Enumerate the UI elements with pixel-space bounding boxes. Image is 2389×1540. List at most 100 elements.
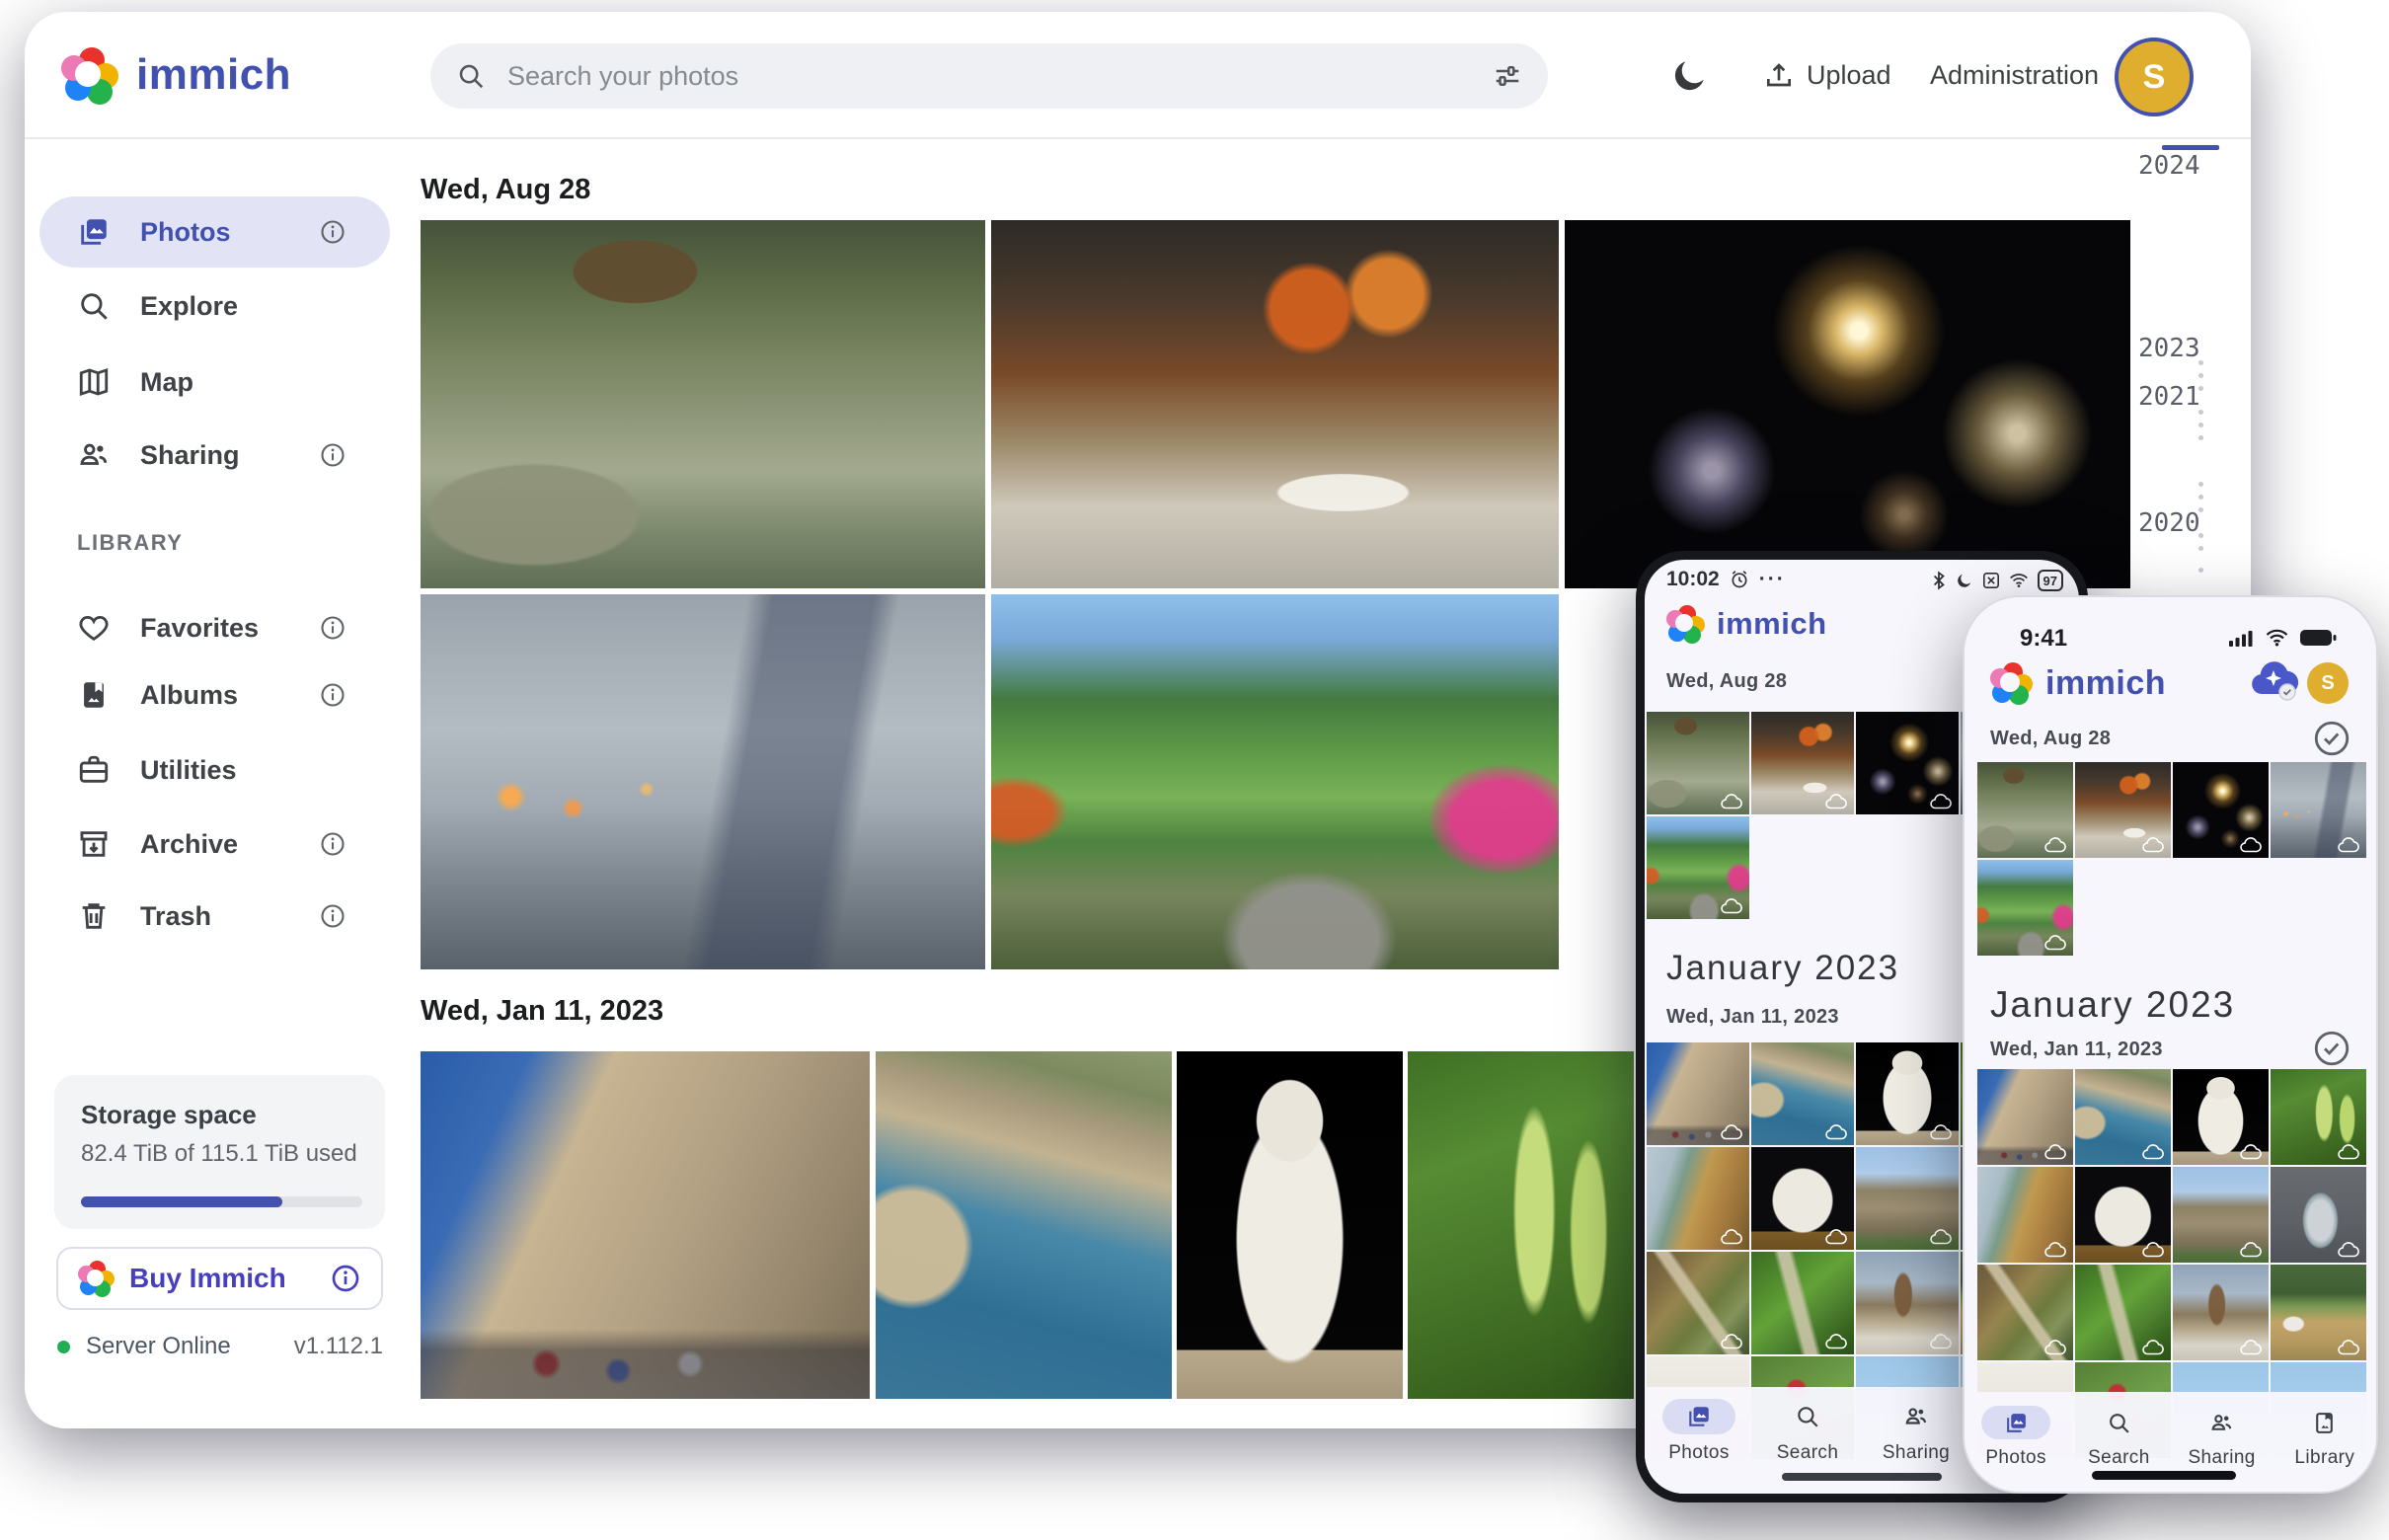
sidebar-item-utilities[interactable]: Utilities [39,734,390,806]
sharing-people-icon [77,438,111,472]
nav-photos[interactable]: Photos [1645,1387,1753,1494]
storage-progress-track [81,1196,362,1207]
trash-icon [77,899,111,933]
thumb-coastal-bay[interactable] [2075,1069,2171,1165]
photo-monkeys-at-zoo[interactable] [421,220,985,588]
thumb-dinner[interactable] [2075,762,2171,858]
nav-photos[interactable]: Photos [1965,1392,2067,1492]
photo-autumn-dinner-table[interactable] [991,220,1559,588]
thumb-holding-hands[interactable] [2271,762,2366,858]
thumb-stone-sculpture[interactable] [2075,1167,2171,1263]
explore-search-icon [77,289,111,323]
info-icon[interactable] [319,218,347,246]
photo-fortress-walls[interactable] [421,1051,870,1399]
thumb-monkeys[interactable] [1647,712,1749,814]
thumb-farm-village[interactable] [2271,1265,2366,1360]
theme-toggle-button[interactable] [1666,51,1714,99]
header-divider [25,137,2251,139]
timeline-year-2020[interactable]: 2020 [2138,508,2200,538]
thumb-fortress[interactable] [1647,1042,1749,1145]
select-all-check-icon[interactable] [2311,1028,2352,1069]
immich-flower-icon [1666,605,1704,643]
storage-space-card: Storage space 82.4 TiB of 115.1 TiB used [54,1075,385,1229]
info-icon[interactable] [319,902,347,930]
sidebar-item-map[interactable]: Map [39,346,390,418]
thumb-castle-ruins[interactable] [1856,1147,1959,1250]
photo-autumn-park-path[interactable] [991,594,1559,969]
app-logo[interactable]: immich [61,47,291,103]
photos-icon [77,215,111,249]
sidebar-item-archive[interactable]: Archive [39,808,390,880]
thumb-dinner[interactable] [1751,712,1854,814]
home-indicator[interactable] [2092,1471,2236,1480]
thumb-stone-sculpture[interactable] [1751,1147,1854,1250]
server-status-row: Server Online v1.112.1 [57,1333,383,1360]
thumb-seagrape[interactable] [2271,1069,2366,1165]
home-indicator[interactable] [1782,1473,1942,1481]
buy-immich-button[interactable]: Buy Immich [56,1247,383,1310]
administration-label: Administration [1930,60,2099,91]
thumb-beach-cliff[interactable] [1647,1147,1749,1250]
phone-date-header: Wed, Jan 11, 2023 [1990,1039,2163,1061]
user-avatar[interactable]: S [2307,662,2349,704]
thumb-lizard[interactable] [1647,1252,1749,1354]
sidebar-label: Photos [140,217,231,248]
search-icon [2107,1411,2131,1435]
photo-seagrape-berries[interactable] [1408,1051,1634,1399]
thumb-beach-cliff[interactable] [1977,1167,2073,1263]
info-icon[interactable] [330,1263,361,1294]
thumb-autumn-path[interactable] [1977,860,2073,956]
sidebar-item-trash[interactable]: Trash [39,881,390,952]
thumb-lizard-moss[interactable] [1751,1252,1854,1354]
sidebar-label: Sharing [140,440,240,471]
sidebar-item-sharing[interactable]: Sharing [39,420,390,491]
timeline-year-2023[interactable]: 2023 [2138,334,2200,363]
thumb-winter-church[interactable] [2173,1265,2269,1360]
timeline-year-2021[interactable]: 2021 [2138,382,2200,412]
cellular-signal-icon [2229,630,2255,647]
sidebar-item-explore[interactable]: Explore [39,270,390,342]
thumb-winter-church[interactable] [1856,1252,1959,1354]
info-icon[interactable] [319,681,347,709]
sidebar-item-albums[interactable]: Albums [39,659,390,731]
upload-button[interactable]: Upload [1763,51,1891,99]
search-filter-icon[interactable] [1493,61,1522,91]
thumb-fireworks[interactable] [1856,712,1959,814]
administration-link[interactable]: Administration [1930,51,2099,99]
timeline-year-2024[interactable]: 2024 [2138,151,2200,181]
select-all-check-icon[interactable] [2311,718,2352,759]
search-input[interactable]: Search your photos [430,43,1548,109]
photo-marble-bust[interactable] [1177,1051,1403,1399]
archive-icon [77,827,111,861]
thumb-autumn-path[interactable] [1647,816,1749,919]
photo-holding-hands[interactable] [421,594,985,969]
info-icon[interactable] [319,614,347,642]
buy-immich-label: Buy Immich [129,1263,286,1294]
user-avatar[interactable]: S [2115,38,2194,116]
thumb-castle-ruins[interactable] [2173,1167,2269,1263]
thumb-marble-bust[interactable] [1856,1042,1959,1145]
thumb-coastal-bay[interactable] [1751,1042,1854,1145]
app-logo: immich [1990,662,2166,704]
library-section-heading: LIBRARY [77,530,183,556]
thumb-monkeys[interactable] [1977,762,2073,858]
sharing-people-icon [1903,1404,1929,1429]
ios-status-right [2229,629,2337,647]
nav-library[interactable]: Library [2273,1392,2376,1492]
photo-coastal-bay[interactable] [876,1051,1172,1399]
thumb-fortress[interactable] [1977,1069,2073,1165]
backup-cloud-icon[interactable] [2248,658,2299,707]
thumb-lizard-moss[interactable] [2075,1265,2171,1360]
thumb-marble-bust[interactable] [2173,1069,2269,1165]
timeline-scrubber-cursor[interactable] [2162,145,2219,150]
thumb-fireworks[interactable] [2173,762,2269,858]
search-icon [456,61,486,91]
date-group-header: Wed, Aug 28 [421,174,590,206]
thumb-silver-centerpiece[interactable] [2271,1167,2366,1263]
thumb-lizard[interactable] [1977,1265,2073,1360]
sidebar-item-photos[interactable]: Photos [39,196,390,268]
sidebar-item-favorites[interactable]: Favorites [39,592,390,663]
photo-fireworks[interactable] [1565,220,2130,588]
info-icon[interactable] [319,830,347,858]
info-icon[interactable] [319,441,347,469]
